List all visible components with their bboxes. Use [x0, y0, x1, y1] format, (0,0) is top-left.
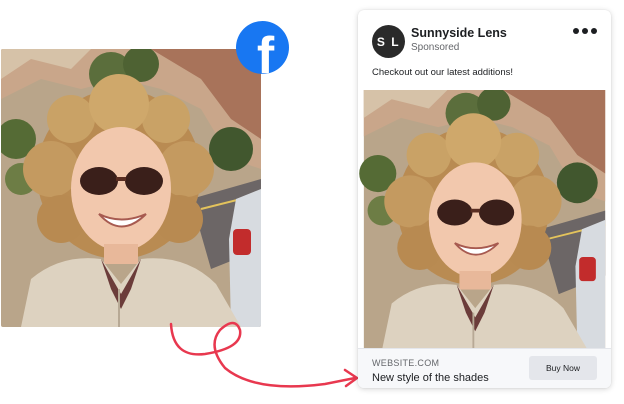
page-name[interactable]: Sunnyside Lens	[411, 26, 507, 40]
ad-image[interactable]	[358, 90, 611, 348]
more-options-icon[interactable]	[573, 28, 597, 34]
ad-caption: Checkout out our latest additions!	[372, 67, 514, 78]
original-photo	[1, 49, 261, 327]
curly-arrow-icon	[169, 321, 359, 388]
sponsored-label: Sponsored	[411, 42, 460, 53]
ad-header: S L Sunnyside Lens Sponsored Checkout ou…	[358, 10, 611, 78]
ad-footer: WEBSITE.COM New style of the shades Buy …	[358, 348, 611, 388]
ad-headline: New style of the shades	[372, 372, 489, 384]
buy-now-button[interactable]: Buy Now	[529, 356, 597, 380]
facebook-ad-preview: S L Sunnyside Lens Sponsored Checkout ou…	[358, 10, 611, 388]
website-url: WEBSITE.COM	[372, 358, 440, 368]
facebook-icon: f	[236, 21, 289, 74]
avatar[interactable]: S L	[372, 25, 405, 58]
